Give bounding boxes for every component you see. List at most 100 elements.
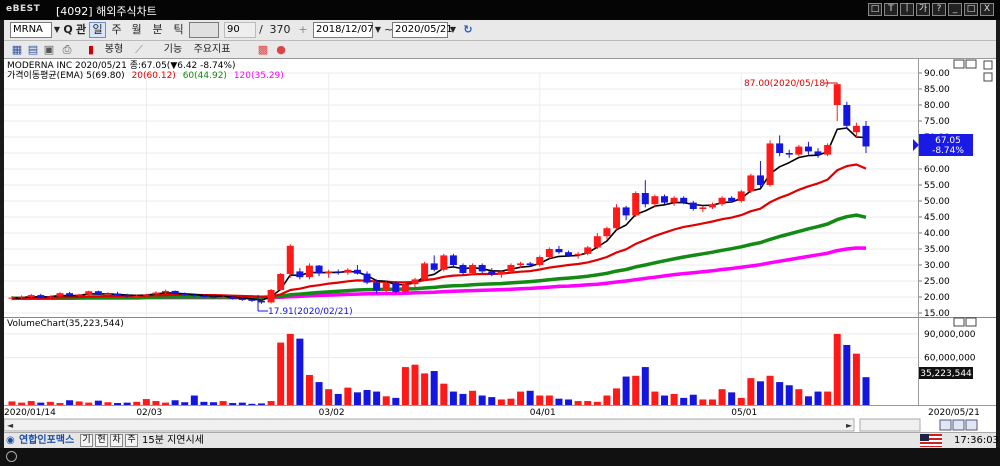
- tab-monthly[interactable]: 월: [128, 22, 145, 38]
- zoom-out-icon[interactable]: [939, 419, 952, 431]
- horizontal-scrollbar[interactable]: [3, 418, 855, 432]
- line-tool-icon[interactable]: ⟋: [132, 42, 146, 58]
- help-icon[interactable]: ?: [932, 3, 946, 16]
- function-menu[interactable]: 기능: [159, 42, 187, 58]
- print-icon[interactable]: ⎙: [60, 42, 74, 58]
- ema5-label: 가격이동평균(EMA) 5(69.80): [7, 69, 125, 81]
- volume-bar: [123, 402, 131, 405]
- layout-icon[interactable]: ▦: [10, 42, 24, 58]
- refresh-icon[interactable]: ↻: [461, 22, 475, 38]
- volume-bar: [680, 397, 688, 405]
- kwan-button[interactable]: 관: [74, 22, 88, 38]
- volume-bar: [440, 383, 448, 405]
- chip-cha[interactable]: 차: [110, 434, 123, 447]
- volume-tick-label: 60,000,000: [924, 354, 976, 364]
- text-icon[interactable]: T: [884, 3, 898, 16]
- symbol-input[interactable]: MRNA: [10, 22, 52, 38]
- tab-tick[interactable]: 틱: [170, 22, 187, 38]
- candle-body: [152, 292, 160, 295]
- volume-bar: [267, 401, 275, 405]
- start-date-input[interactable]: 2018/12/07: [313, 22, 374, 38]
- symbol-dropdown-icon[interactable]: ▼: [52, 22, 62, 38]
- maximize-icon[interactable]: □: [964, 3, 978, 16]
- candle-body: [219, 297, 227, 298]
- candle-body: [776, 143, 784, 153]
- price-panel-close-icon[interactable]: [965, 59, 977, 69]
- reset-zoom-icon[interactable]: [965, 419, 978, 431]
- volume-bar: [114, 403, 122, 405]
- price-tick-label: 85.00: [924, 85, 950, 95]
- end-date-input[interactable]: 2020/05/21: [392, 22, 453, 38]
- candle-body: [824, 145, 832, 155]
- candle-type-icon[interactable]: ▮: [84, 42, 98, 58]
- volume-bar: [699, 399, 707, 405]
- price-panel-restore-icon[interactable]: [953, 59, 965, 69]
- main-toolbar: MRNA ▼ Q 관 일 주 월 분 틱 90 / 370 + 2018/12/…: [4, 20, 996, 41]
- grid-icon[interactable]: ▤: [26, 42, 40, 58]
- current-volume-label: 35,223,544: [920, 369, 972, 379]
- candle-body: [200, 296, 208, 298]
- candle-body: [162, 290, 170, 293]
- volume-bar: [584, 401, 592, 405]
- volume-bar: [363, 389, 371, 405]
- zoom-slider[interactable]: [859, 418, 921, 432]
- volume-panel-restore-icon[interactable]: [953, 317, 965, 327]
- volume-bar: [315, 382, 323, 405]
- candle-body: [373, 282, 381, 291]
- chip-ju[interactable]: 주: [125, 434, 138, 447]
- volume-bar: [843, 344, 851, 405]
- font-icon[interactable]: 가: [916, 3, 930, 16]
- volume-bar: [651, 391, 659, 405]
- volume-bar: [421, 373, 429, 405]
- chip-hyeon[interactable]: 현: [95, 434, 108, 447]
- search-icon[interactable]: Q: [62, 22, 74, 38]
- candle-body: [104, 293, 112, 295]
- price-chart-svg[interactable]: 90.0085.0080.0075.0070.0065.0060.0055.00…: [3, 59, 996, 432]
- candle-body: [747, 175, 755, 192]
- volume-bar: [373, 391, 381, 405]
- close-icon[interactable]: X: [980, 3, 994, 16]
- candle-body: [469, 265, 477, 273]
- volume-bar: [142, 399, 150, 405]
- minimize-icon[interactable]: _: [948, 3, 962, 16]
- time-tick-label: 2020/01/14: [4, 408, 56, 418]
- total-count: 370: [269, 23, 291, 36]
- save-icon[interactable]: ▣: [42, 42, 56, 58]
- chip-gi[interactable]: 기: [80, 434, 93, 447]
- zoom-in-icon[interactable]: [952, 419, 965, 431]
- end-date-dropdown-icon[interactable]: ▼: [448, 22, 458, 38]
- chart-type-select[interactable]: 봉형: [100, 42, 128, 58]
- scroll-right-icon[interactable]: ►: [846, 421, 853, 430]
- us-flag-svg: [920, 434, 942, 447]
- price-tick-label: 30.00: [924, 261, 950, 271]
- tab-minute[interactable]: 분: [149, 22, 166, 38]
- candle-body: [497, 271, 505, 275]
- interval-select[interactable]: [189, 22, 219, 38]
- volume-panel-close-icon[interactable]: [965, 317, 977, 327]
- indicator-menu[interactable]: 주요지표: [188, 42, 236, 58]
- candle-body: [382, 282, 390, 291]
- pipe-icon[interactable]: ㅣ: [900, 3, 914, 16]
- candle-body: [545, 249, 553, 257]
- candle-body: [718, 197, 726, 205]
- tab-daily[interactable]: 일: [89, 22, 106, 38]
- candle-body: [689, 202, 697, 209]
- chart-area[interactable]: 90.0085.0080.0075.0070.0065.0060.0055.00…: [3, 59, 996, 432]
- scroll-left-icon[interactable]: ◄: [7, 421, 14, 430]
- tab-weekly[interactable]: 주: [108, 22, 125, 38]
- price-tick-label: 55.00: [924, 181, 950, 191]
- volume-bar: [469, 390, 477, 405]
- candle-body: [430, 263, 438, 270]
- count-input[interactable]: 90: [224, 22, 256, 38]
- candle-body: [181, 293, 189, 295]
- data-icon[interactable]: ▩: [256, 42, 270, 58]
- side-collapse-icon[interactable]: [983, 72, 993, 82]
- candle-body: [296, 271, 304, 278]
- restore-icon[interactable]: □: [868, 3, 882, 16]
- add-icon[interactable]: +: [297, 22, 309, 38]
- start-date-dropdown-icon[interactable]: ▼: [373, 22, 383, 38]
- side-expand-icon[interactable]: [983, 60, 993, 70]
- record-icon[interactable]: ●: [274, 42, 288, 58]
- volume-bar: [344, 387, 352, 405]
- bottom-bar: ◉ 연합인포맥스 기 현 차 주 15분 지연시세 17:36:03: [4, 432, 999, 448]
